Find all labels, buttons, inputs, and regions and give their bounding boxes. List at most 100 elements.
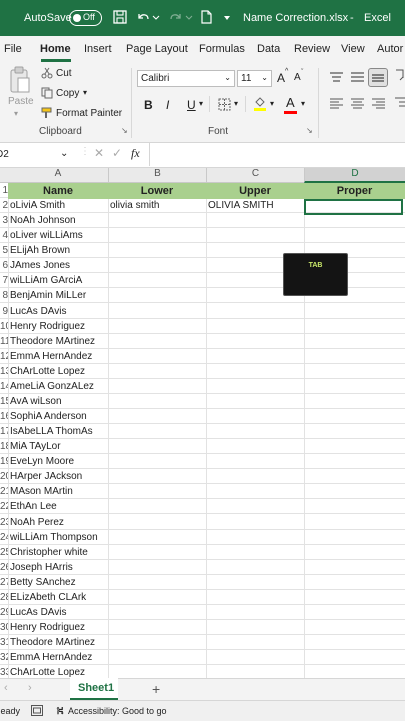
cell-a[interactable]: MAson MArtin: [10, 486, 107, 497]
row-number[interactable]: 22: [0, 501, 8, 512]
align-bottom-button[interactable]: [368, 68, 388, 87]
row-number[interactable]: 28: [0, 592, 8, 603]
tab-review[interactable]: Review: [294, 43, 330, 55]
cell-a[interactable]: Theodore MArtinez: [10, 336, 107, 347]
cell-a[interactable]: Henry Rodriguez: [10, 321, 107, 332]
font-name-dropdown[interactable]: Calibri ⌄: [137, 70, 235, 87]
chevron-down-icon[interactable]: ⌄: [60, 148, 68, 159]
cell-a[interactable]: LucAs DAvis: [10, 607, 107, 618]
row-number[interactable]: 7: [0, 275, 8, 286]
formula-input[interactable]: [149, 143, 405, 166]
scroll-left-icon[interactable]: ‹: [4, 682, 8, 694]
cell-a[interactable]: Christopher white: [10, 547, 107, 558]
cell-a[interactable]: SophiA Anderson: [10, 411, 107, 422]
tab-file[interactable]: File: [4, 43, 22, 55]
cell-a[interactable]: LucAs DAvis: [10, 306, 107, 317]
cell-a[interactable]: AmeLiA GonzALez: [10, 381, 107, 392]
insert-function-button[interactable]: fx: [131, 146, 140, 161]
tab-home[interactable]: Home: [40, 43, 71, 55]
tab-insert[interactable]: Insert: [84, 43, 112, 55]
cell-a[interactable]: Theodore MArtinez: [10, 637, 107, 648]
cell-a[interactable]: AvA wiLson: [10, 396, 107, 407]
align-middle-icon[interactable]: [351, 72, 364, 83]
customize-toolbar-icon[interactable]: [222, 9, 232, 25]
cell-a[interactable]: Henry Rodriguez: [10, 622, 107, 633]
font-color-dropdown-icon[interactable]: ▾: [301, 99, 305, 108]
cell-a[interactable]: EthAn Lee: [10, 501, 107, 512]
undo-icon[interactable]: [135, 9, 151, 25]
tab-formulas[interactable]: Formulas: [199, 43, 245, 55]
cell-a[interactable]: Joseph HArris: [10, 562, 107, 573]
column-header-c[interactable]: C: [206, 168, 304, 183]
row-number[interactable]: 14: [0, 381, 8, 392]
row-number[interactable]: 2: [0, 200, 8, 211]
column-header-a[interactable]: A: [8, 168, 108, 183]
row-number[interactable]: 33: [0, 667, 8, 678]
grow-font-button[interactable]: A: [277, 71, 285, 85]
row-number[interactable]: 21: [0, 486, 8, 497]
row-number[interactable]: 27: [0, 577, 8, 588]
cell-a[interactable]: EmmA HernAndez: [10, 652, 107, 663]
cut-button[interactable]: Cut: [56, 68, 72, 79]
tab-data[interactable]: Data: [257, 43, 280, 55]
column-header-d[interactable]: D: [304, 168, 405, 183]
font-size-dropdown[interactable]: 11 ⌄: [237, 70, 272, 87]
underline-button[interactable]: U: [187, 98, 196, 112]
font-color-button[interactable]: A: [286, 95, 295, 110]
header-name[interactable]: Name: [8, 185, 108, 197]
save-icon[interactable]: [112, 9, 128, 25]
name-box[interactable]: D2 ⌄: [0, 147, 72, 163]
macro-record-icon[interactable]: [31, 705, 43, 716]
autosave-toggle[interactable]: Off: [69, 10, 102, 26]
align-center-icon[interactable]: [351, 98, 364, 109]
paste-button[interactable]: Paste: [8, 96, 34, 107]
align-left-icon[interactable]: [330, 98, 343, 109]
row-number[interactable]: 3: [0, 215, 8, 226]
cell-a[interactable]: NoAh Perez: [10, 517, 107, 528]
cell-a[interactable]: EveLyn Moore: [10, 456, 107, 467]
cell-a[interactable]: MiA TAyLor: [10, 441, 107, 452]
column-header-b[interactable]: B: [108, 168, 206, 183]
row-number[interactable]: 29: [0, 607, 8, 618]
row-number[interactable]: 20: [0, 471, 8, 482]
borders-dropdown-icon[interactable]: ▾: [234, 99, 238, 108]
cell-a[interactable]: ChArLotte Lopez: [10, 366, 107, 377]
italic-button[interactable]: I: [166, 98, 169, 112]
row-number[interactable]: 26: [0, 562, 8, 573]
row-number[interactable]: 10: [0, 321, 8, 332]
header-proper[interactable]: Proper: [304, 185, 405, 197]
redo-dropdown-icon[interactable]: [185, 9, 193, 25]
cell-a[interactable]: JAmes Jones: [10, 260, 107, 271]
cell-a[interactable]: EmmA HernAndez: [10, 351, 107, 362]
row-number[interactable]: 4: [0, 230, 8, 241]
accessibility-status[interactable]: Accessibility: Good to go: [68, 706, 167, 716]
add-sheet-button[interactable]: +: [152, 681, 160, 697]
row-number[interactable]: 18: [0, 441, 8, 452]
sheet-tab-sheet1[interactable]: Sheet1: [70, 678, 118, 700]
wrap-text-icon[interactable]: [395, 68, 405, 82]
cell-a[interactable]: oLiver wiLLiAms: [10, 230, 107, 241]
cell-a[interactable]: ELijAh Brown: [10, 245, 107, 256]
header-upper[interactable]: Upper: [206, 185, 304, 197]
cell-a[interactable]: Betty SAnchez: [10, 577, 107, 588]
row-number[interactable]: 32: [0, 652, 8, 663]
bold-button[interactable]: B: [144, 98, 153, 112]
cell-a[interactable]: HArper JAckson: [10, 471, 107, 482]
cell-a[interactable]: wiLLiAm GArciA: [10, 275, 107, 286]
header-lower[interactable]: Lower: [108, 185, 206, 197]
cell-a[interactable]: oLiviA Smith: [10, 200, 107, 211]
font-launcher-icon[interactable]: ↘: [306, 126, 313, 135]
row-number[interactable]: 23: [0, 517, 8, 528]
row-number[interactable]: 16: [0, 411, 8, 422]
tab-page-layout[interactable]: Page Layout: [126, 43, 188, 55]
undo-dropdown-icon[interactable]: [152, 9, 160, 25]
copy-button[interactable]: Copy: [56, 88, 79, 99]
select-all-corner[interactable]: [0, 168, 8, 183]
row-number[interactable]: 8: [0, 290, 8, 301]
enter-icon[interactable]: ✓: [112, 146, 122, 160]
cell-c[interactable]: OLIVIA SMITH: [208, 200, 303, 211]
row-number[interactable]: 15: [0, 396, 8, 407]
paste-dropdown-icon[interactable]: ▾: [14, 109, 18, 118]
tab-view[interactable]: View: [341, 43, 365, 55]
cell-b[interactable]: olivia smith: [110, 200, 205, 211]
